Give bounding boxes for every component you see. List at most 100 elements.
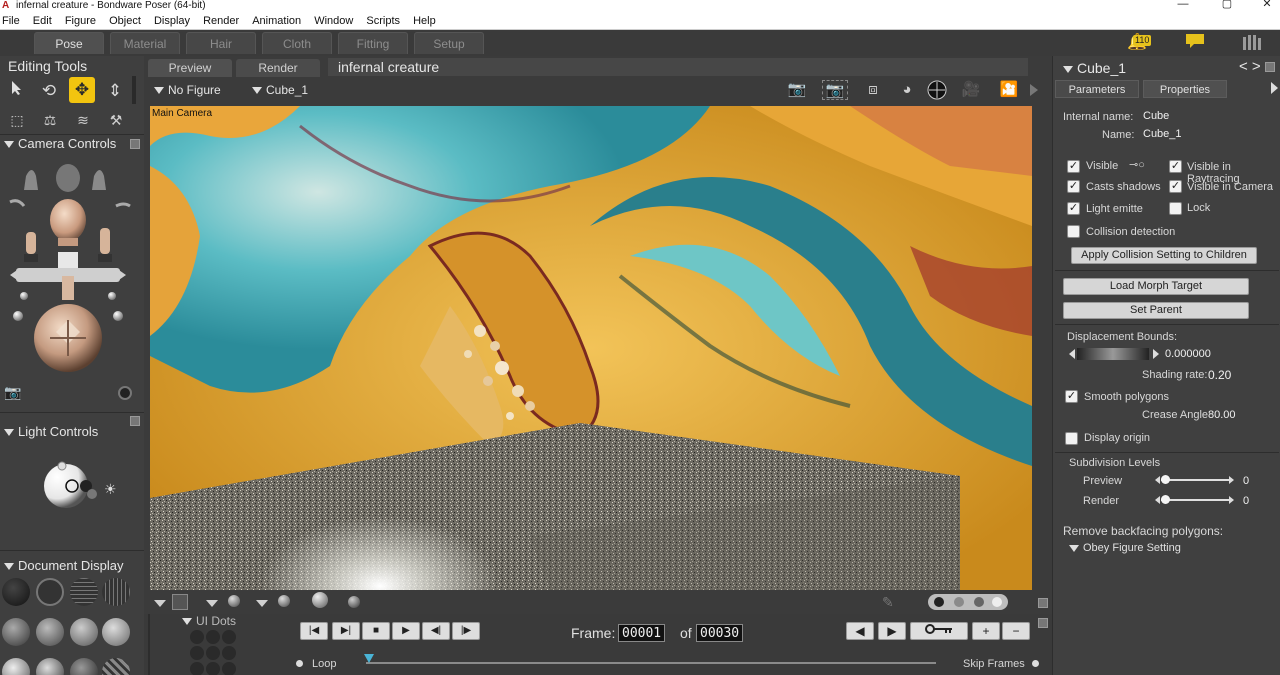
add-key-button[interactable]: + <box>972 622 1000 640</box>
chain-break-tool-icon[interactable]: ⚖ <box>40 110 60 130</box>
ui-dot[interactable] <box>206 646 220 660</box>
minimize-button[interactable]: — <box>1168 0 1198 10</box>
element-style-icon[interactable] <box>228 595 240 607</box>
menu-render[interactable]: Render <box>198 12 244 30</box>
movie-camera-icon[interactable]: 🎦 <box>996 80 1022 100</box>
rotate-tool-icon[interactable]: ⟲ <box>36 78 62 104</box>
camera-controls-widget[interactable] <box>6 156 136 406</box>
translate-tool-icon[interactable]: ✥ <box>69 77 95 103</box>
ui-dot[interactable] <box>190 630 204 644</box>
tab-properties[interactable]: Properties <box>1143 80 1227 98</box>
ui-dot[interactable] <box>190 662 204 675</box>
key-button[interactable] <box>910 622 968 640</box>
skip-frames-toggle[interactable] <box>1032 660 1039 667</box>
display-lined-button[interactable] <box>2 618 30 646</box>
document-display-header[interactable]: Document Display <box>4 558 124 573</box>
lock-checkbox[interactable] <box>1169 202 1182 215</box>
element-style-dropdown[interactable] <box>256 596 268 612</box>
casts-shadows-checkbox[interactable]: ✓ <box>1067 180 1080 193</box>
viewport-menu-icon[interactable] <box>1038 598 1048 608</box>
decrement-icon[interactable] <box>1069 349 1075 359</box>
shading-rate-value[interactable]: 0.20 <box>1208 368 1231 382</box>
step-back-button[interactable]: ◀| <box>422 622 450 640</box>
collapse-icon[interactable] <box>4 429 14 437</box>
light-controls-header[interactable]: Light Controls <box>4 424 98 439</box>
previous-frame-button[interactable]: ◀ <box>846 622 874 640</box>
visible-camera-checkbox[interactable]: ✓ <box>1169 180 1182 193</box>
more-icon[interactable] <box>1030 84 1038 96</box>
collision-checkbox[interactable] <box>1067 225 1080 238</box>
displacement-dial[interactable] <box>1077 348 1149 360</box>
preview-slider-knob[interactable] <box>1161 475 1170 484</box>
camera-icon[interactable]: 📷 <box>4 384 24 402</box>
decrement-icon[interactable] <box>1155 476 1160 484</box>
select-tool-icon[interactable] <box>4 78 30 104</box>
total-frames-field[interactable]: 00030 <box>696 624 744 642</box>
light-controls-widget[interactable]: ☀ <box>42 460 132 520</box>
delete-key-button[interactable]: − <box>1002 622 1030 640</box>
collapse-icon[interactable] <box>4 563 14 571</box>
crease-angle-value[interactable]: 80.00 <box>1208 409 1236 421</box>
figure-selector[interactable]: No Figure <box>154 82 221 98</box>
tab-render[interactable]: Render <box>236 59 320 77</box>
light-controls-menu-icon[interactable] <box>130 416 140 426</box>
actor-title[interactable]: Cube_1 <box>1063 60 1126 76</box>
display-hidden-line-button[interactable] <box>102 578 130 606</box>
backfacing-dropdown[interactable]: Obey Figure Setting <box>1069 542 1181 554</box>
menu-file[interactable]: File <box>0 12 25 30</box>
current-frame-field[interactable]: 00001 <box>618 624 666 642</box>
apply-collision-button[interactable]: Apply Collision Setting to Children <box>1071 247 1257 264</box>
display-sketch-button[interactable] <box>102 658 130 675</box>
scale-tool-icon[interactable]: ⇕ <box>102 78 128 104</box>
display-origin-checkbox[interactable] <box>1065 432 1078 445</box>
display-smooth-button[interactable] <box>102 618 130 646</box>
set-parent-button[interactable]: Set Parent <box>1063 302 1249 319</box>
display-flat-button[interactable] <box>36 618 64 646</box>
ui-dot[interactable] <box>190 646 204 660</box>
ui-dot[interactable] <box>206 630 220 644</box>
tab-preview[interactable]: Preview <box>148 59 232 77</box>
view-dot-2[interactable] <box>954 597 964 607</box>
tab-cloth[interactable]: Cloth <box>262 32 332 54</box>
tab-fitting[interactable]: Fitting <box>338 32 408 54</box>
render-slider-track[interactable] <box>1161 499 1229 501</box>
view-dot-4[interactable] <box>992 597 1002 607</box>
prev-next-actor-icon[interactable]: < > <box>1239 58 1261 75</box>
increment-icon[interactable] <box>1229 476 1234 484</box>
view-dot-3[interactable] <box>974 597 984 607</box>
ui-dots-header[interactable]: UI Dots <box>182 614 236 628</box>
actor-selector[interactable]: Cube_1 <box>252 82 308 98</box>
tab-pose[interactable]: Pose <box>34 32 104 54</box>
properties-menu-icon[interactable] <box>1265 62 1275 72</box>
render-settings-icon[interactable] <box>924 80 950 100</box>
view-dot-1[interactable] <box>934 597 944 607</box>
library-icon[interactable] <box>1240 33 1266 53</box>
preview-slider-track[interactable] <box>1161 479 1229 481</box>
previous-key-button[interactable]: ▶| <box>332 622 360 640</box>
pencil-icon[interactable]: ✎ <box>882 594 894 611</box>
load-morph-target-button[interactable]: Load Morph Target <box>1063 278 1249 295</box>
tab-material[interactable]: Material <box>110 32 180 54</box>
ui-dot[interactable] <box>222 630 236 644</box>
timeline-menu-icon[interactable] <box>1038 618 1048 628</box>
ui-dot[interactable] <box>222 662 236 675</box>
display-silhouette-button[interactable] <box>2 578 30 606</box>
stop-button[interactable]: ■ <box>362 622 390 640</box>
render-slider-knob[interactable] <box>1161 495 1170 504</box>
tab-parameters[interactable]: Parameters <box>1055 80 1139 98</box>
increment-icon[interactable] <box>1153 349 1159 359</box>
display-style-dropdown[interactable] <box>154 596 166 612</box>
ui-dot[interactable] <box>206 662 220 675</box>
close-button[interactable]: ✕ <box>1252 0 1280 10</box>
display-outline-button[interactable] <box>36 578 64 606</box>
chat-icon[interactable] <box>1182 33 1208 53</box>
camera-controls-menu-icon[interactable] <box>130 139 140 149</box>
menu-window[interactable]: Window <box>309 12 358 30</box>
timeline-track[interactable] <box>366 662 936 664</box>
last-frame-button[interactable]: |▶ <box>452 622 480 640</box>
figure-style-dropdown[interactable] <box>206 596 218 612</box>
first-frame-button[interactable]: |◀ <box>300 622 328 640</box>
view-selector[interactable] <box>928 594 1008 610</box>
display-preview-button[interactable] <box>36 658 64 675</box>
morph-tool-icon[interactable]: ⚒ <box>106 110 126 130</box>
